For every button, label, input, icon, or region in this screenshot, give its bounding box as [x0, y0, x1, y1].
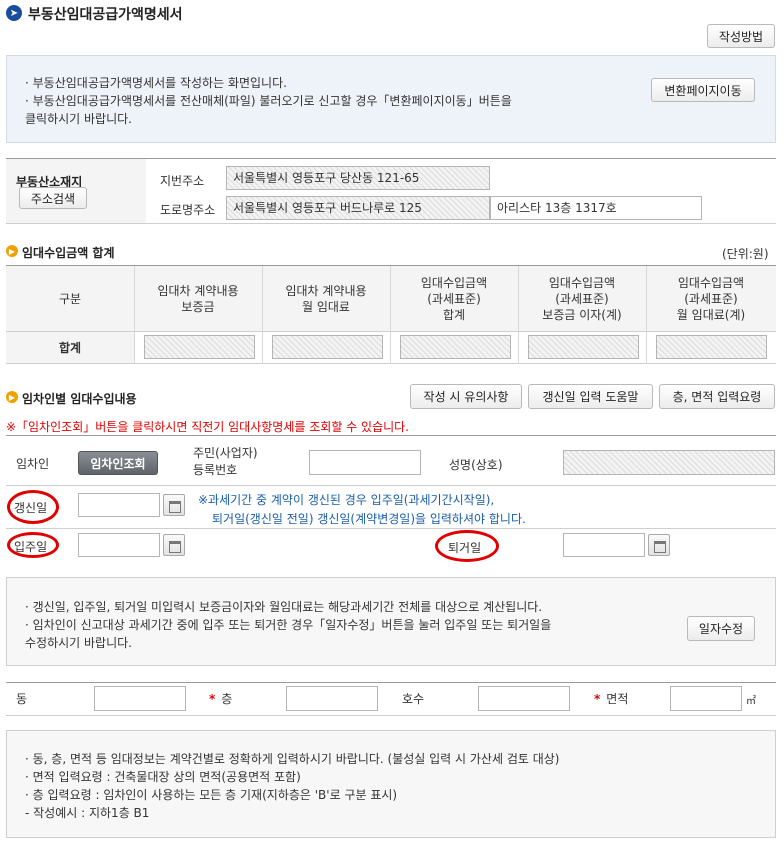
totals-header-monthly-total: 임대수입금액 (과세표준) 월 임대료(계) [676, 275, 746, 322]
ho-input[interactable] [478, 686, 570, 711]
divider [390, 266, 391, 363]
info-line: · 부동산임대공급가액명세서를 전산매체(파일) 불러오기로 신고할 경우「변환… [25, 94, 512, 108]
renewal-help-button[interactable]: 갱신일 입력 도움말 [528, 384, 653, 409]
info-box-dates: · 갱신일, 입주일, 퇴거일 미입력시 보증금이자와 월임대료는 해당과세기간… [6, 577, 776, 666]
total-monthly-rent-field [272, 335, 383, 359]
divider [134, 266, 135, 363]
total-monthly-income-field [656, 335, 767, 359]
movein-calendar-icon[interactable] [163, 534, 185, 556]
info-line: 수정하시기 바랍니다. [25, 636, 132, 650]
tenant-section-title: 임차인별 임대수입내용 [22, 392, 137, 406]
guide-button[interactable]: 작성방법 [707, 24, 775, 48]
rrn-input[interactable] [309, 450, 421, 475]
required-mark: * [594, 692, 601, 706]
divider [6, 682, 776, 683]
info-box-intro: · 부동산임대공급가액명세서를 작성하는 화면입니다. · 부동산임대공급가액명… [6, 55, 776, 143]
divider [262, 266, 263, 363]
moveout-highlight [435, 530, 499, 562]
area-label-wrap: * 면적 [594, 690, 628, 707]
totals-header-category: 구분 [58, 291, 82, 306]
renewal-note-line1: ※과세기간 중 계약이 갱신된 경우 입주일(과세기간시작일), [198, 493, 495, 507]
info-line: · 부동산임대공급가액명세서를 작성하는 화면입니다. [25, 76, 287, 90]
total-deposit-field [144, 335, 255, 359]
divider [646, 266, 647, 363]
renewal-highlight [7, 490, 59, 524]
edit-dates-button[interactable]: 일자수정 [687, 616, 755, 641]
divider [6, 715, 776, 716]
info-box-unit: · 동, 층, 면적 등 임대정보는 계약건별로 정확하게 입력하시기 바랍니다… [6, 730, 776, 838]
jibun-address-field: 서울특별시 영등포구 당산동 121-65 [226, 166, 490, 190]
info-line: 클릭하시기 바랍니다. [25, 112, 132, 126]
divider [6, 223, 776, 224]
tenant-lookup-notice: ※「임차인조회」버튼을 클릭하시면 직전기 임대사항명세를 조회할 수 있습니다… [6, 420, 409, 434]
section-bullet-icon: ▶ [6, 245, 18, 257]
total-deposit-interest-field [528, 335, 639, 359]
divider [518, 266, 519, 363]
dong-input[interactable] [94, 686, 186, 711]
road-address-field: 서울특별시 영등포구 버드나루로 125 [226, 196, 490, 220]
name-label: 성명(상호) [449, 458, 503, 472]
movein-date-input[interactable] [78, 533, 160, 557]
address-detail-value: 아리스타 13층 1317호 [497, 201, 617, 215]
area-input[interactable] [670, 686, 742, 711]
info-line: · 동, 층, 면적 등 임대정보는 계약건별로 정확하게 입력하시기 바랍니다… [25, 752, 560, 766]
floor-input[interactable] [286, 686, 378, 711]
jibun-address-value: 서울특별시 영등포구 당산동 121-65 [233, 171, 420, 185]
title-bullet-icon: ➤ [6, 5, 22, 21]
divider [6, 435, 776, 436]
required-mark: * [209, 692, 216, 706]
rrn-label-line2: 등록번호 [193, 463, 238, 477]
writing-notes-button[interactable]: 작성 시 유의사항 [410, 384, 522, 409]
page-title: 부동산임대공급가액명세서 [28, 7, 183, 23]
info-line: · 갱신일, 입주일, 퇴거일 미입력시 보증금이자와 월임대료는 해당과세기간… [25, 600, 543, 614]
tenant-label: 임차인 [16, 457, 50, 471]
address-search-button[interactable]: 주소검색 [19, 187, 87, 209]
totals-header-monthly-rent: 임대차 계약내용 월 임대료 [285, 283, 367, 314]
name-field [563, 450, 775, 475]
area-label: 면적 [606, 692, 629, 706]
road-address-value: 서울특별시 영등포구 버드나루로 125 [233, 201, 422, 215]
info-line: · 임차인이 신고대상 과세기간 중에 입주 또는 퇴거한 경우「일자수정」버튼… [25, 618, 552, 632]
info-line: · 면적 입력요령 : 건축물대장 상의 면적(공용면적 포함) [25, 770, 301, 784]
dong-label: 동 [16, 692, 28, 706]
totals-section-title: 임대수입금액 합계 [22, 246, 115, 260]
renewal-note-line2: 퇴거일(갱신일 전일) 갱신일(계약변경일)을 입력하셔야 합니다. [212, 512, 526, 526]
moveout-calendar-icon[interactable] [648, 534, 670, 556]
tenant-lookup-button[interactable]: 임차인조회 [78, 451, 158, 475]
address-detail-field[interactable]: 아리스타 13층 1317호 [490, 196, 702, 220]
divider [6, 363, 776, 364]
moveout-date-input[interactable] [563, 533, 645, 557]
renewal-date-input[interactable] [78, 493, 160, 517]
area-unit: ㎡ [746, 696, 756, 707]
total-income-field [400, 335, 511, 359]
convert-page-button[interactable]: 변환페이지이동 [651, 78, 755, 102]
floor-label: 층 [221, 692, 233, 706]
totals-row-label: 합계 [58, 340, 82, 355]
totals-header-income-total: 임대수입금액 (과세표준) 합계 [420, 275, 488, 322]
floor-label-wrap: * 층 [209, 690, 232, 707]
rrn-label-line1: 주민(사업자) [193, 446, 258, 460]
floor-area-guide-button[interactable]: 층, 면적 입력요령 [659, 384, 775, 409]
ho-label: 호수 [402, 692, 425, 706]
road-label: 도로명주소 [160, 203, 216, 217]
section-bullet-icon: ▶ [6, 391, 18, 403]
divider [6, 528, 776, 529]
divider [6, 485, 776, 486]
unit-label: (단위:원) [722, 247, 769, 261]
jibun-label: 지번주소 [160, 174, 205, 188]
renewal-calendar-icon[interactable] [163, 494, 185, 516]
totals-header-deposit: 임대차 계약내용 보증금 [157, 283, 239, 314]
info-line: · 층 입력요령 : 임차인이 사용하는 모든 층 기재(지하층은 'B'로 구… [25, 788, 398, 802]
info-line: - 작성예시 : 지하1층 B1 [25, 806, 150, 820]
movein-highlight [7, 532, 59, 558]
totals-header-deposit-interest: 임대수입금액 (과세표준) 보증금 이자(계) [542, 275, 622, 322]
